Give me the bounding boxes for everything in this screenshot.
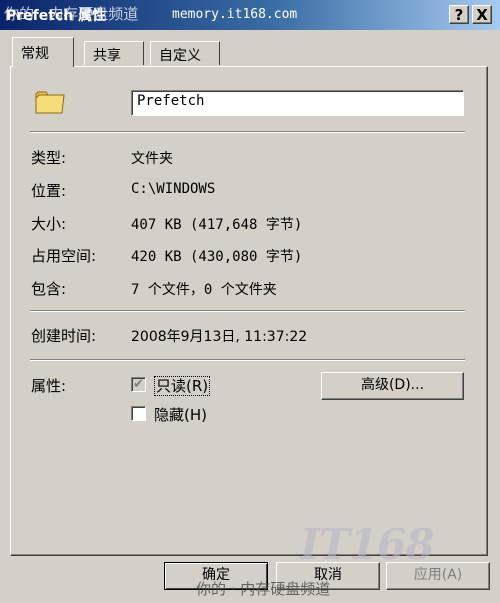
created-label: 创建时间: xyxy=(31,327,97,345)
size-on-disk-value: 420 KB (430,080 字节) xyxy=(131,249,303,265)
separator xyxy=(30,131,465,133)
watermark-text: 你的 · 内存硬盘频道 xyxy=(196,580,331,598)
apply-button[interactable]: 应用(A) xyxy=(386,562,490,590)
tab-general[interactable]: 常规 xyxy=(12,37,74,67)
hidden-text: 隐藏 xyxy=(154,406,185,424)
tab-sharing[interactable]: 共享 xyxy=(84,41,144,65)
close-button[interactable]: X xyxy=(472,5,492,24)
hidden-checkbox[interactable] xyxy=(131,406,146,421)
hidden-label[interactable]: 隐藏(H) xyxy=(154,404,207,425)
type-value: 文件夹 xyxy=(131,151,173,167)
size-label: 大小: xyxy=(31,215,67,233)
help-button[interactable]: ? xyxy=(449,5,469,24)
size-on-disk-label: 占用空间: xyxy=(31,247,97,265)
attributes-label: 属性: xyxy=(31,377,67,395)
readonly-text: 只读 xyxy=(156,377,187,395)
location-value: C:\WINDOWS xyxy=(131,181,216,197)
separator xyxy=(30,359,465,361)
readonly-label[interactable]: 只读(R) xyxy=(154,375,211,396)
readonly-mnemonic: (R) xyxy=(186,377,209,395)
contains-label: 包含: xyxy=(31,280,67,298)
tab-custom[interactable]: 自定义 xyxy=(150,41,220,65)
title-site-text: memory.it168.com xyxy=(172,7,298,22)
created-value: 2008年9月13日, 11:37:22 xyxy=(131,329,308,345)
location-label: 位置: xyxy=(31,182,67,200)
advanced-button[interactable]: 高级(D)... xyxy=(321,372,464,400)
type-label: 类型: xyxy=(31,149,67,167)
readonly-checkbox[interactable]: ✔ xyxy=(131,377,146,392)
hidden-mnemonic: (H) xyxy=(184,406,207,424)
contains-value: 7 个文件，0 个文件夹 xyxy=(131,282,277,298)
folder-name-input[interactable]: Prefetch xyxy=(131,90,464,116)
title-watermark: 你的 · 内存硬盘频道 xyxy=(4,5,139,23)
separator xyxy=(30,310,465,312)
title-bar[interactable]: Prefetch 属性 你的 · 内存硬盘频道 memory.it168.com… xyxy=(0,0,500,30)
folder-icon xyxy=(35,91,65,114)
size-value: 407 KB (417,648 字节) xyxy=(131,217,303,233)
